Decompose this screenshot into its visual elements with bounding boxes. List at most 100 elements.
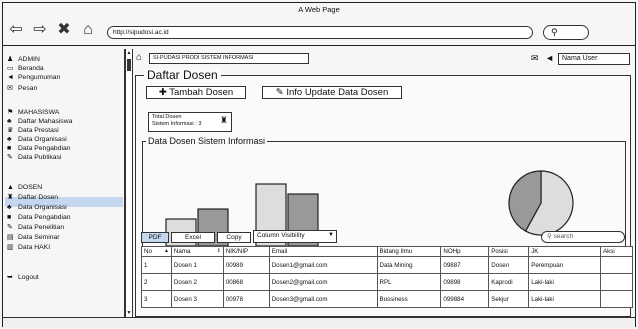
- table-cell: RPL: [376, 273, 442, 291]
- arrow-left-icon[interactable]: ⇦: [7, 21, 25, 39]
- megaphone-icon[interactable]: ◄: [545, 53, 554, 63]
- users-icon: ♣: [7, 118, 12, 125]
- sidebar-item-label: Daftar Dosen: [18, 194, 59, 201]
- sidebar-item-label: Data Pengabdian: [18, 145, 71, 152]
- sidebar-item-beranda[interactable]: ▭ Beranda: [7, 64, 44, 73]
- copy-export-button[interactable]: Copy: [217, 232, 251, 243]
- table-row[interactable]: 1 Dosen 1 00989 Dosen1@gmail.com Data Mining…: [141, 256, 633, 274]
- column-visibility-select[interactable]: Column Visibility ▼: [253, 230, 337, 243]
- search-icon: ⚲: [551, 27, 558, 37]
- graduation-icon: ⚑: [7, 109, 14, 116]
- pie-chart: [508, 170, 574, 236]
- sidebar-item-label: Data Organisasi: [18, 204, 67, 211]
- briefcase-icon: ■: [7, 214, 12, 221]
- table-cell: 00978: [222, 290, 270, 308]
- scroll-down-icon[interactable]: ▼: [126, 310, 132, 316]
- column-header[interactable]: NIK/NIP: [222, 246, 270, 257]
- user-menu[interactable]: Nama User: [558, 53, 630, 65]
- sidebar-item-pengumuman[interactable]: ◄ Pengumuman: [7, 73, 60, 82]
- total-dosen-card: Total Dosen Sistem Informasi : 3 ♜: [148, 112, 232, 132]
- sidebar-item-data-pengabdian[interactable]: ■ Data Pengabdian: [7, 213, 71, 222]
- breadcrumb[interactable]: SI-PUDASI PRODI SISTEM INFORMASI: [149, 53, 309, 64]
- home-icon[interactable]: ⌂: [79, 21, 97, 39]
- sidebar-item-data-organisasi[interactable]: ♣ Data Organisasi: [7, 135, 67, 144]
- table-cell: Bussiness: [376, 290, 442, 308]
- scroll-thumb[interactable]: [127, 59, 131, 71]
- sidebar-item-dosen[interactable]: ▲ DOSEN: [7, 183, 42, 192]
- home-icon[interactable]: ⌂: [136, 52, 142, 63]
- megaphone-icon: ◄: [7, 74, 14, 81]
- column-header[interactable]: Email: [268, 246, 378, 257]
- pdf-export-button[interactable]: PDF: [141, 232, 169, 243]
- window-title: A Web Page: [298, 5, 340, 14]
- column-header[interactable]: Aksi: [600, 246, 633, 257]
- vertical-scrollbar[interactable]: ▲ ▼: [125, 49, 133, 317]
- column-header[interactable]: Nama ⇕: [170, 246, 224, 257]
- sidebar-item-data-publikasi[interactable]: ✎ Data Publikasi: [7, 153, 61, 162]
- add-dosen-button[interactable]: ✚ Tambah Dosen: [146, 86, 246, 99]
- plus-icon: ✚: [158, 87, 170, 98]
- sidebar-item-label: Data Publikasi: [18, 154, 62, 161]
- table-search-input[interactable]: ⚲ search: [541, 231, 625, 243]
- table-row[interactable]: 3 Dosen 3 00978 Dosen3@gmail.com Bussiness 09…: [141, 290, 633, 308]
- mail-icon[interactable]: ✉: [531, 53, 539, 63]
- table-row[interactable]: 2 Dosen 2 00868 Dosen2@gmail.com RPL 09898 Kap…: [141, 273, 633, 291]
- table-cell: 09887: [440, 256, 490, 274]
- sidebar-item-label: Data HAKI: [18, 244, 51, 251]
- close-icon[interactable]: ✖: [55, 21, 73, 39]
- search-icon: ⚲: [547, 233, 554, 240]
- sidebar-item-data-seminar[interactable]: ▤ Data Seminar: [7, 233, 60, 242]
- book-icon: ▥: [7, 244, 14, 251]
- sidebar-item-data-penelitian[interactable]: ✎ Data Penelitian: [7, 223, 64, 232]
- scroll-up-icon[interactable]: ▲: [126, 50, 132, 56]
- browser-search-button[interactable]: ⚲: [543, 25, 589, 40]
- laptop-icon: ▭: [7, 65, 14, 72]
- sidebar-item-label: ADMIN: [18, 56, 40, 63]
- column-header[interactable]: JK: [528, 246, 602, 257]
- sidebar-item-label: Pesan: [18, 85, 38, 92]
- sidebar-item-data-haki[interactable]: ▥ Data HAKI: [7, 243, 50, 252]
- table-header-row: No ▲ Nama ⇕ NIK/NIP Email Bidang Ilmu NOHp Posis…: [141, 246, 633, 257]
- table-cell: Dosen 3: [170, 290, 224, 308]
- sidebar-item-data-pengabdian[interactable]: ■ Data Pengabdian: [7, 144, 71, 153]
- sidebar-item-daftar-mahasiswa[interactable]: ♣ Daftar Mahasiswa: [7, 117, 72, 126]
- table-cell: 3: [141, 290, 172, 308]
- sidebar-item-data-prestasi[interactable]: ♛ Data Prestasi: [7, 126, 59, 135]
- info-line-2: Sistem Informasi : 3: [152, 121, 202, 127]
- sidebar-item-logout[interactable]: ➥ Logout: [7, 273, 39, 282]
- sidebar-item-label: Daftar Mahasiswa: [18, 118, 73, 125]
- table-cell: Data Mining: [376, 256, 442, 274]
- edit-icon: ✎: [275, 87, 287, 98]
- mail-icon: ✉: [7, 85, 13, 92]
- table-cell: 1: [141, 256, 172, 274]
- table-cell: Perempuan: [528, 256, 602, 274]
- address-bar[interactable]: http://sipudosi.ac.id: [107, 26, 533, 39]
- table-cell: Dosen1@gmail.com: [268, 256, 378, 274]
- sidebar-item-admin[interactable]: ♟ ADMIN: [7, 55, 40, 64]
- table-cell: Dosen 1: [170, 256, 224, 274]
- sidebar: ♟ ADMIN ▭ Beranda ◄ Pengumuman ✉ Pesan ⚑ MAHASISW…: [3, 49, 125, 317]
- table-cell: Dosen: [488, 256, 530, 274]
- column-header[interactable]: NOHp: [440, 246, 490, 257]
- table-cell: Dosen3@gmail.com: [268, 290, 378, 308]
- sort-icon[interactable]: ⇕: [217, 248, 221, 256]
- excel-export-button[interactable]: Excel: [171, 232, 215, 243]
- sidebar-item-label: MAHASISWA: [18, 109, 60, 116]
- table-cell: Laki-laki: [528, 273, 602, 291]
- sort-icon[interactable]: ▲: [164, 248, 169, 256]
- table-cell: Sekjur: [488, 290, 530, 308]
- arrow-right-icon[interactable]: ⇨: [31, 21, 49, 39]
- table-cell: [600, 273, 633, 291]
- sidebar-item-label: Beranda: [18, 65, 44, 72]
- update-info-button[interactable]: ✎ Info Update Data Dosen: [262, 86, 402, 99]
- column-header[interactable]: Posisi: [488, 246, 530, 257]
- sidebar-item-mahasiswa[interactable]: ⚑ MAHASISWA: [7, 108, 59, 117]
- sidebar-item-data-organisasi[interactable]: ♣ Data Organisasi: [7, 203, 67, 212]
- teacher-icon: ♜: [7, 194, 14, 201]
- horizontal-scrollbar[interactable]: [3, 317, 635, 328]
- column-header[interactable]: Bidang Ilmu: [376, 246, 442, 257]
- sidebar-item-daftar-dosen[interactable]: ♜ Daftar Dosen: [7, 193, 58, 202]
- sidebar-item-pesan[interactable]: ✉ Pesan: [7, 84, 37, 93]
- column-header[interactable]: No ▲: [141, 246, 172, 257]
- trophy-icon: ♛: [7, 127, 14, 134]
